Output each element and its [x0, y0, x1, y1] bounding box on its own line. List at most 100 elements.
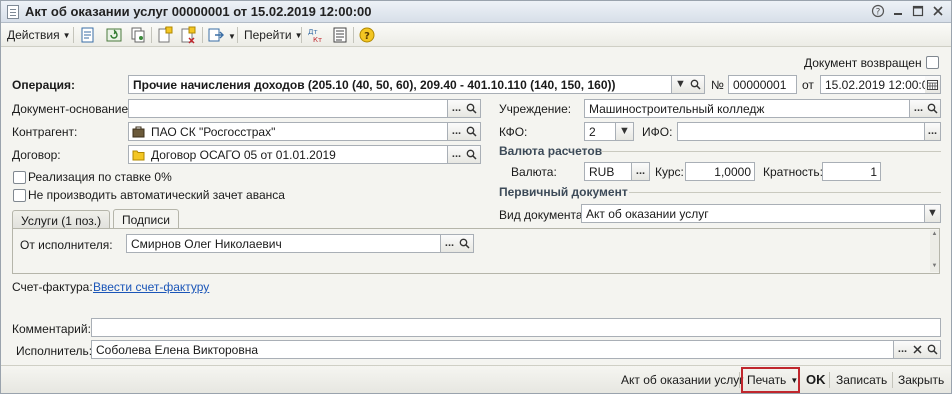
performer-search-button[interactable] — [456, 234, 474, 253]
fill-document-icon[interactable] — [156, 26, 174, 44]
performer-field[interactable]: Смирнов Олег Николаевич — [126, 234, 441, 253]
contract-field[interactable]: Договор ОСАГО 05 от 01.01.2019 — [128, 145, 448, 164]
dropdown-arrow-icon: ▼ — [675, 78, 686, 90]
footer-bar: Акт об оказании услуг Печать ▼ OK Записат… — [1, 365, 951, 393]
ellipsis-icon: ... — [897, 343, 908, 355]
maximize-icon[interactable] — [911, 4, 927, 19]
footer-divider — [892, 372, 893, 388]
doc-type-field[interactable]: Акт об оказании услуг — [581, 204, 925, 223]
contract-label: Договор: — [12, 148, 61, 162]
ifo-select-button[interactable]: ... — [925, 122, 941, 141]
print-label: Печать — [747, 373, 787, 387]
post-icon[interactable] — [79, 26, 97, 44]
save-button[interactable]: Записать — [836, 373, 887, 387]
search-icon — [466, 103, 477, 114]
section-divider — [601, 151, 941, 152]
vat0-label: Реализация по ставке 0% — [28, 170, 172, 184]
close-icon[interactable] — [931, 4, 947, 19]
ellipsis-icon: ... — [451, 148, 462, 160]
panel-scrollbar[interactable]: ▲ ▼ — [930, 230, 939, 272]
toolbar: Действия ▼ ▼ Перейти ▼ Дт Кт ? — [1, 23, 951, 47]
date-field[interactable]: 15.02.2019 12:00:00 — [820, 75, 926, 94]
search-icon — [690, 79, 701, 90]
report-icon[interactable] — [331, 26, 349, 44]
debit-credit-icon[interactable]: Дт Кт — [307, 26, 325, 44]
executor-field[interactable]: Соболева Елена Викторовна — [91, 340, 894, 359]
no-advance-checkbox[interactable] — [13, 189, 26, 202]
search-icon — [927, 103, 938, 114]
copy-icon[interactable] — [129, 26, 147, 44]
close-button[interactable]: Закрыть — [898, 373, 944, 387]
actions-menu[interactable]: Действия ▼ — [7, 28, 71, 42]
briefcase-icon — [132, 126, 145, 138]
basis-search-button[interactable] — [463, 99, 481, 118]
rate-label: Курс: — [655, 165, 684, 179]
invoice-label: Счет-фактура: — [12, 280, 93, 294]
vat0-checkbox[interactable] — [13, 171, 26, 184]
executor-search-button[interactable] — [924, 340, 941, 359]
dropdown-arrow-icon: ▼ — [790, 376, 799, 385]
doc-returned-checkbox[interactable] — [926, 56, 939, 69]
ifo-field[interactable] — [677, 122, 925, 141]
operation-field[interactable]: Прочие начисления доходов (205.10 (40, 5… — [128, 75, 672, 94]
executor-label: Исполнитель: — [16, 344, 93, 358]
kfo-dropdown-button[interactable]: ▼ — [616, 122, 634, 141]
search-icon — [927, 344, 938, 355]
calendar-icon — [927, 80, 938, 90]
currency-section-title: Валюта расчетов — [499, 144, 603, 158]
dropdown-arrow-icon: ▼ — [619, 125, 630, 137]
based-on-dropdown[interactable]: ▼ — [225, 29, 236, 43]
doc-type-label: Вид документа: — [499, 208, 586, 222]
no-advance-label: Не производить автоматический зачет аван… — [28, 188, 285, 202]
folder-icon — [132, 150, 145, 161]
svg-text:?: ? — [364, 31, 370, 42]
act-print-button[interactable]: Акт об оказании услуг — [621, 373, 744, 387]
primary-doc-section-title: Первичный документ — [499, 185, 628, 199]
scroll-up-icon: ▲ — [931, 231, 938, 237]
counterparty-search-button[interactable] — [463, 122, 481, 141]
minimize-icon[interactable] — [891, 4, 907, 19]
title-bar: Акт об оказании услуг 00000001 от 15.02.… — [1, 1, 951, 23]
doc-type-dropdown-button[interactable]: ▼ — [925, 204, 941, 223]
ifo-label: ИФО: — [642, 125, 673, 139]
counterparty-field[interactable]: ПАО СК "Росгосстрах" — [128, 122, 448, 141]
rate-field[interactable]: 1,0000 — [685, 162, 755, 181]
goto-menu[interactable]: Перейти ▼ — [244, 28, 302, 42]
performer-label: От исполнителя: — [20, 238, 113, 252]
currency-field[interactable]: RUB — [584, 162, 632, 181]
comment-field[interactable] — [91, 318, 941, 337]
institution-field[interactable]: Машиностроительный колледж — [584, 99, 910, 118]
actions-menu-label: Действия — [7, 28, 60, 42]
dropdown-arrow-icon: ▼ — [62, 31, 71, 40]
multiplicity-field[interactable]: 1 — [822, 162, 881, 181]
toolbar-divider — [73, 27, 74, 43]
ok-button[interactable]: OK — [806, 372, 826, 387]
dropdown-arrow-icon: ▼ — [228, 32, 236, 41]
ellipsis-icon: ... — [927, 125, 938, 137]
help-icon[interactable]: ? — [358, 26, 376, 44]
counterparty-value: ПАО СК "Росгосстрах" — [151, 125, 276, 139]
based-on-icon[interactable] — [207, 26, 225, 44]
institution-search-button[interactable] — [925, 99, 941, 118]
clear-icon — [913, 345, 922, 354]
institution-label: Учреждение: — [499, 102, 572, 116]
toolbar-divider — [237, 27, 238, 43]
search-icon — [466, 126, 477, 137]
currency-select-button[interactable]: ... — [632, 162, 650, 181]
operation-label: Операция: — [12, 78, 76, 92]
basis-field[interactable] — [128, 99, 448, 118]
help-icon[interactable]: ? — [871, 4, 887, 19]
contract-search-button[interactable] — [463, 145, 481, 164]
ellipsis-icon: ... — [913, 102, 924, 114]
number-field[interactable]: 00000001 — [728, 75, 797, 94]
print-button[interactable]: Печать ▼ — [747, 373, 798, 387]
ellipsis-icon: ... — [635, 165, 646, 177]
unpost-icon[interactable] — [179, 26, 197, 44]
operation-search-button[interactable] — [687, 75, 705, 94]
date-label: от — [802, 78, 814, 92]
calendar-button[interactable] — [925, 75, 941, 94]
refresh-icon[interactable] — [105, 26, 123, 44]
window-title: Акт об оказании услуг 00000001 от 15.02.… — [25, 4, 372, 19]
enter-invoice-link[interactable]: Ввести счет-фактуру — [93, 280, 209, 294]
kfo-field[interactable]: 2 — [584, 122, 616, 141]
